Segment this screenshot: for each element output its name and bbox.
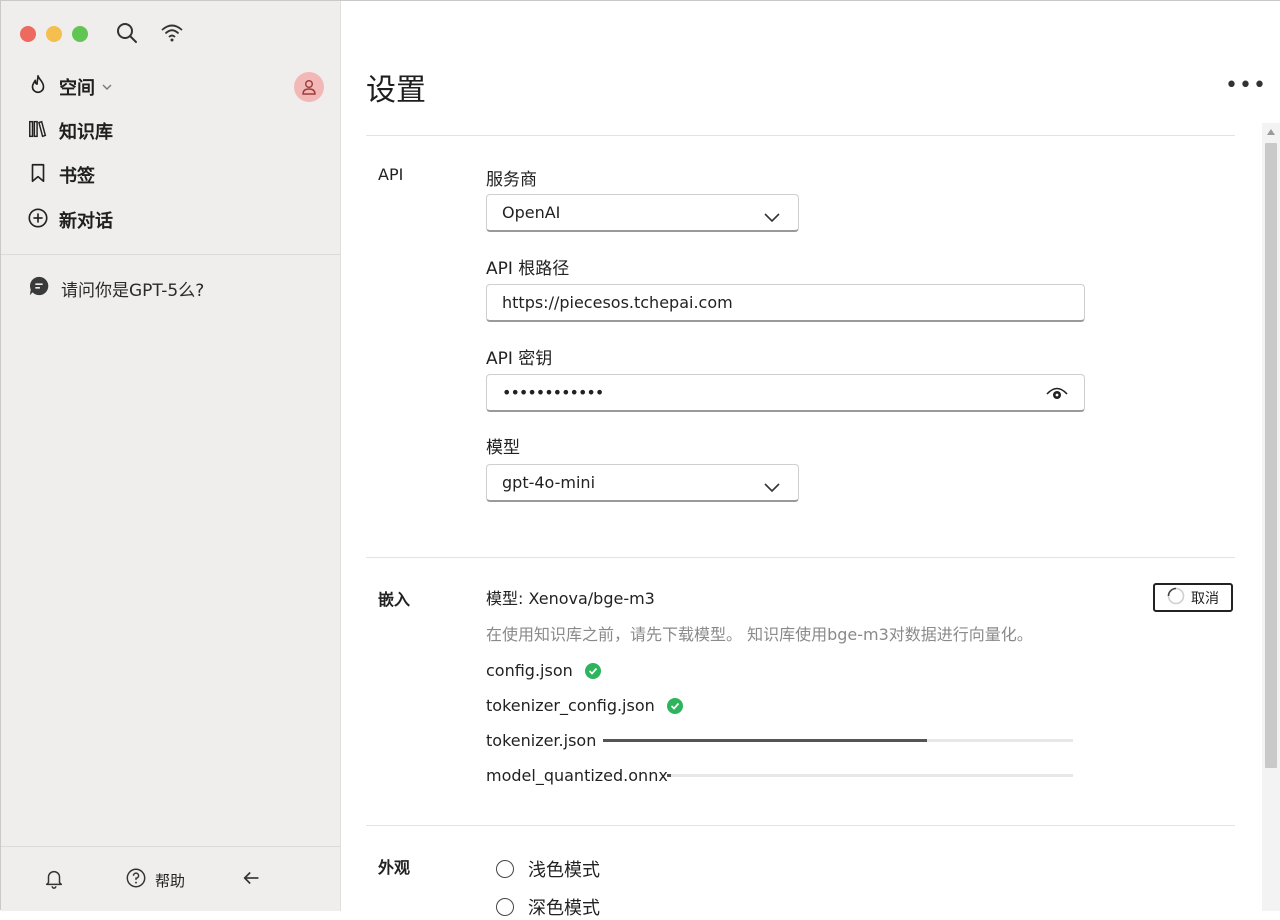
collapse-sidebar-button[interactable] [241,867,263,893]
divider [366,135,1235,136]
scrollbar-thumb[interactable] [1265,143,1277,768]
model-select[interactable]: gpt-4o-mini [486,464,799,502]
bell-icon [43,867,65,893]
spinner-icon [1167,587,1185,609]
radio-button[interactable] [496,898,514,916]
dark-mode-option[interactable]: 深色模式 [496,894,600,920]
scroll-up-arrow-icon[interactable] [1267,129,1275,135]
chat-bubble-icon [28,275,50,302]
arrow-left-icon [241,867,263,893]
plus-circle-icon [27,207,49,234]
more-options-icon[interactable]: ••• [1225,73,1267,98]
provider-label: 服务商 [486,170,537,190]
close-window-button[interactable] [20,26,36,42]
embedding-description: 在使用知识库之前，请先下载模型。 知识库使用bge-m3对数据进行向量化。 [486,625,1033,644]
file-row: tokenizer_config.json [486,696,683,715]
radio-button[interactable] [496,860,514,878]
check-circle-icon [584,662,601,679]
sidebar-divider [1,254,341,255]
download-progress-fill [603,739,928,742]
minimize-window-button[interactable] [46,26,62,42]
chevron-down-icon [101,77,113,98]
help-button[interactable]: 帮助 [125,867,185,893]
chevron-down-icon [764,478,780,497]
chat-title: 请问你是GPT-5么? [61,281,205,301]
sidebar-item-label: 新对话 [59,211,113,232]
window-controls [20,26,88,42]
light-mode-option[interactable]: 浅色模式 [496,856,600,882]
provider-select[interactable]: OpenAI [486,194,799,232]
wifi-icon[interactable] [160,21,184,45]
option-label: 浅色模式 [528,860,600,881]
sidebar-item-space[interactable]: 空间 [27,71,327,103]
file-name: model_quantized.onnx [486,766,668,785]
model-value: gpt-4o-mini [502,473,596,492]
file-name: config.json [486,661,573,680]
page-title: 设置 [366,73,426,108]
sidebar-item-bookmarks[interactable]: 书签 [27,159,327,191]
cancel-download-button[interactable]: 取消 [1153,583,1233,612]
api-key-value: •••••••••••• [502,383,604,402]
app-window: 空间 知识库 书签 新对话 请问你是GPT-5么? 帮助 设置 ••• API … [0,0,1280,919]
search-icon[interactable] [115,21,139,45]
api-section-label: API [378,165,404,184]
download-progress-bar [603,739,1073,742]
api-key-input[interactable]: •••••••••••• [486,374,1085,412]
chat-list-item[interactable]: 请问你是GPT-5么? [28,275,204,302]
sidebar-item-label: 空间 [59,78,95,99]
eye-icon[interactable] [1046,385,1068,405]
sidebar-item-label: 知识库 [59,122,113,143]
file-name: tokenizer.json [486,731,597,750]
file-name: tokenizer_config.json [486,696,655,715]
sidebar-item-new-chat[interactable]: 新对话 [27,204,327,236]
settings-panel: 设置 ••• API 服务商 OpenAI API 根路径 https://pi… [341,1,1280,919]
sidebar-footer: 帮助 [1,846,341,912]
notifications-button[interactable] [43,867,65,893]
help-label: 帮助 [155,871,186,890]
scrollbar[interactable] [1262,123,1280,911]
check-circle-icon [666,697,683,714]
cancel-label: 取消 [1191,590,1219,607]
chevron-down-icon [764,208,780,227]
divider [366,557,1235,558]
maximize-window-button[interactable] [72,26,88,42]
sidebar: 空间 知识库 书签 新对话 请问你是GPT-5么? 帮助 [1,1,341,911]
avatar[interactable] [294,72,324,102]
file-row: config.json [486,661,601,680]
sidebar-item-knowledge-base[interactable]: 知识库 [27,115,327,147]
base-url-label: API 根路径 [486,259,570,279]
sidebar-item-label: 书签 [59,166,95,187]
download-progress-bar [667,774,1073,777]
divider [366,825,1235,826]
file-row: model_quantized.onnx [486,766,668,785]
embedding-model: 模型: Xenova/bge-m3 [486,589,655,608]
api-key-label: API 密钥 [486,349,553,369]
base-url-value: https://piecesos.tchepai.com [502,293,733,312]
base-url-input[interactable]: https://piecesos.tchepai.com [486,284,1085,322]
provider-value: OpenAI [502,203,561,222]
help-circle-icon [125,867,147,893]
download-progress-fill [667,774,672,777]
embedding-section-label: 嵌入 [378,590,411,609]
bookmark-icon [27,162,49,189]
option-label: 深色模式 [528,898,600,919]
model-label: 模型 [486,438,520,458]
flame-icon [27,74,49,101]
appearance-section-label: 外观 [378,858,411,877]
file-row: tokenizer.json [486,731,596,750]
books-icon [27,118,49,145]
